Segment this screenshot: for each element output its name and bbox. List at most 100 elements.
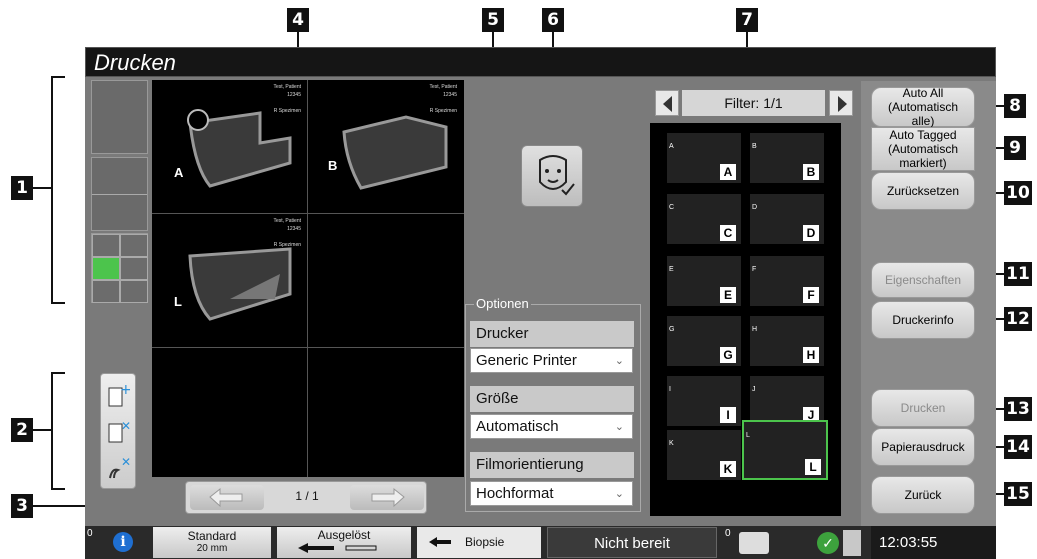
info-icon[interactable]: i [113,532,133,552]
thumb-letter: L [805,459,821,475]
properties-button[interactable]: Eigenschaften [871,262,975,298]
delete-film-icon[interactable]: ✕ [106,418,131,448]
chevron-down-icon: ⌄ [614,421,624,433]
filter-prev-button[interactable] [655,90,679,116]
print-button[interactable]: Drucken [871,389,975,427]
printer-select[interactable]: Generic Printer ⌄ [470,348,633,373]
not-ready-status: Nicht bereit [547,527,717,558]
layout-cell-selected [92,257,120,280]
clock-time: 12:03:55 [871,526,996,559]
thumb-letter: D [803,225,819,241]
callout-13: 13 [1004,397,1032,421]
callout-15: 15 [1004,482,1032,506]
thumb-letter: I [720,407,736,423]
next-page-button[interactable] [350,485,424,510]
thumbnail-d[interactable]: DD [750,194,824,244]
chevron-down-icon: ⌄ [614,488,624,500]
callout-1: 1 [11,176,33,200]
thumbnail-j[interactable]: JJ [750,376,824,426]
callout-4: 4 [287,8,309,32]
thumbnail-c[interactable]: CC [667,194,741,244]
size-select[interactable]: Automatisch ⌄ [470,414,633,439]
thumbnail-k[interactable]: KK [667,430,741,480]
thumb-small-label: B [752,143,757,150]
status-count-left: 0 [87,528,93,539]
layout-cell [120,257,148,280]
face-check-icon [539,155,575,196]
window-title: Drucken [85,47,996,77]
patient-id: 12345 [443,92,457,98]
face-check-button[interactable] [521,145,583,207]
released-panel[interactable]: Ausgelöst [277,527,411,558]
auto-tagged-button[interactable]: Auto Tagged (Automatisch markiert) [871,127,975,171]
thumb-letter: G [720,347,736,363]
device-icon[interactable] [739,532,769,554]
back-button[interactable]: Zurück [871,476,975,514]
tool-button-group: + ✕ ✕ [100,373,136,489]
callout-8: 8 [1004,94,1026,118]
biopsy-needle-icon [429,537,451,547]
printer-info-button[interactable]: Druckerinfo [871,301,975,339]
orientation-value: Hochformat [476,485,554,502]
size-value: Automatisch [476,418,559,435]
thumb-small-label: G [669,326,675,333]
filter-next-button[interactable] [829,90,853,116]
compression-arrow-icon [298,543,377,553]
add-film-icon[interactable]: + [106,382,132,412]
view-letter: A [174,165,184,180]
film-preview[interactable]: Test, Patient 12345 R Spezimen A Test, P… [152,80,464,477]
chevron-down-icon: ⌄ [614,355,624,367]
thumb-letter: K [720,461,736,477]
thumbnail-a[interactable]: AA [667,133,741,183]
callout-10: 10 [1004,181,1032,205]
clear-annotation-icon[interactable]: ✕ [106,454,131,484]
callout-2-line [33,429,51,431]
thumb-letter: E [720,287,736,303]
thumbnail-h[interactable]: HH [750,316,824,366]
thumbnail-f[interactable]: FF [750,256,824,306]
page-indicator: 1 / 1 [295,489,319,503]
layout-cell [120,234,148,257]
standard-panel[interactable]: Standard 20 mm [153,527,271,558]
thumb-small-label: J [752,386,756,393]
auto-all-button[interactable]: Auto All (Automatisch alle) [871,86,975,128]
tube-icon[interactable] [843,530,861,556]
callout-3: 3 [11,494,33,518]
chevron-left-icon [663,96,672,112]
thumb-small-label: A [669,143,674,150]
layout-2x4[interactable] [91,233,148,303]
released-label: Ausgelöst [317,528,371,542]
status-count-right: 0 [725,528,731,539]
paper-print-button[interactable]: Papierausdruck [871,428,975,466]
thumbnail-g[interactable]: GG [667,316,741,366]
layout-1x2[interactable] [91,157,148,231]
patient-name: Test, Patient [429,84,457,90]
previous-page-button[interactable] [190,485,264,510]
thumbnail-i[interactable]: II [667,376,741,426]
thumbnail-l-selected[interactable]: LL [742,420,828,480]
preview-image-l[interactable]: Test, Patient 12345 R Spezimen L [152,214,307,347]
orientation-label: Filmorientierung [470,452,634,478]
thumbnail-b[interactable]: BB [750,133,824,183]
thumb-small-label: C [669,204,675,211]
callout-14: 14 [1004,435,1032,459]
printer-label: Drucker [470,321,634,347]
patient-id: 12345 [287,226,301,232]
patient-id: 12345 [287,92,301,98]
thumbnail-e[interactable]: EE [667,256,741,306]
callout-1-line [33,187,51,189]
thumb-small-label: I [669,386,671,393]
thumb-small-label: E [669,266,674,273]
options-label: Optionen [474,296,531,311]
preview-image-b[interactable]: Test, Patient 12345 R Spezimen B [308,80,463,213]
layout-1x1[interactable] [91,80,148,154]
biopsy-panel[interactable]: Biopsie [417,527,541,558]
layout-cell [120,280,148,303]
check-status-icon[interactable]: ✓ [817,532,839,554]
preview-image-a[interactable]: Test, Patient 12345 R Spezimen A [152,80,307,213]
callout-2-bracket [51,372,65,490]
svg-text:✕: ✕ [121,419,130,433]
callout-11: 11 [1004,262,1032,286]
reset-button[interactable]: Zurücksetzen [871,172,975,210]
orientation-select[interactable]: Hochformat ⌄ [470,481,633,506]
